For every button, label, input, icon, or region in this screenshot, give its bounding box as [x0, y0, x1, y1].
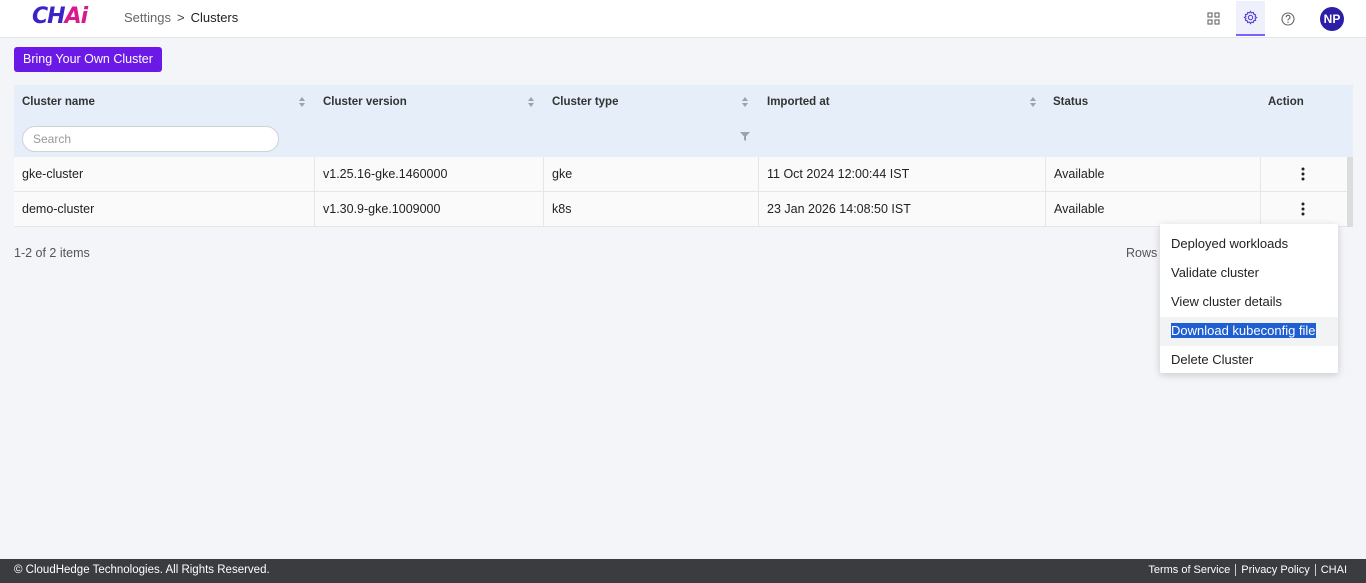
cell-cluster-version: v1.30.9-gke.1009000 — [315, 192, 544, 227]
table-row[interactable]: demo-cluster v1.30.9-gke.1009000 k8s 23 … — [14, 192, 1353, 227]
menu-item-validate-cluster[interactable]: Validate cluster — [1160, 259, 1338, 288]
table-row[interactable]: gke-cluster v1.25.16-gke.1460000 gke 11 … — [14, 157, 1353, 192]
chai-link[interactable]: CHAI — [1314, 564, 1352, 576]
menu-item-download-kubeconfig[interactable]: Download kubeconfig file — [1160, 317, 1338, 346]
breadcrumb-settings[interactable]: Settings — [124, 10, 171, 25]
pagination-info: 1-2 of 2 items — [14, 246, 90, 260]
copyright-text: © CloudHedge Technologies. All Rights Re… — [14, 564, 270, 576]
breadcrumb-clusters: Clusters — [190, 10, 239, 25]
cell-cluster-type: k8s — [544, 192, 759, 227]
column-header-cluster-type[interactable]: Cluster type — [552, 96, 618, 108]
bring-your-own-cluster-button[interactable]: Bring Your Own Cluster — [14, 47, 162, 72]
breadcrumb: Settings > Clusters — [124, 10, 238, 25]
filter-icon[interactable] — [740, 132, 750, 141]
sort-icon[interactable] — [1029, 96, 1037, 108]
column-header-cluster-version[interactable]: Cluster version — [323, 96, 407, 108]
chai-logo[interactable]: CHAi — [32, 4, 88, 29]
user-avatar[interactable]: NP — [1320, 6, 1344, 31]
column-header-action: Action — [1268, 96, 1304, 108]
sort-icon[interactable] — [741, 96, 749, 108]
help-button[interactable] — [1273, 1, 1302, 36]
cell-imported-at: 11 Oct 2024 12:00:44 IST — [759, 157, 1046, 192]
top-bar: CHAi Settings > Clusters NP — [0, 0, 1366, 38]
cell-cluster-name: gke-cluster — [14, 157, 315, 192]
settings-button[interactable] — [1236, 1, 1265, 36]
menu-item-view-cluster-details[interactable]: View cluster details — [1160, 288, 1338, 317]
search-input[interactable]: Search — [22, 126, 279, 152]
cell-imported-at: 23 Jan 2026 14:08:50 IST — [759, 192, 1046, 227]
more-vertical-icon[interactable] — [1301, 167, 1305, 181]
rows-per-page-label: Rows — [1126, 246, 1158, 260]
cell-cluster-type: gke — [544, 157, 759, 192]
column-header-cluster-name[interactable]: Cluster name — [22, 96, 95, 108]
cluster-action-menu: Deployed workloads Validate cluster View… — [1160, 224, 1338, 373]
grid-icon — [1207, 12, 1220, 25]
sort-icon[interactable] — [298, 96, 306, 108]
cell-cluster-version: v1.25.16-gke.1460000 — [315, 157, 544, 192]
menu-item-delete-cluster[interactable]: Delete Cluster — [1160, 346, 1338, 375]
menu-item-deployed-workloads[interactable]: Deployed workloads — [1160, 230, 1338, 259]
column-header-imported-at[interactable]: Imported at — [767, 96, 830, 108]
cell-status: Available — [1046, 192, 1261, 227]
terms-of-service-link[interactable]: Terms of Service — [1143, 564, 1235, 576]
table-scrollbar[interactable] — [1347, 157, 1353, 227]
sort-icon[interactable] — [527, 96, 535, 108]
table-header: Cluster name Cluster version Cluster typ… — [14, 85, 1353, 157]
column-header-status[interactable]: Status — [1053, 96, 1088, 108]
gear-icon — [1243, 10, 1258, 25]
privacy-policy-link[interactable]: Privacy Policy — [1235, 564, 1314, 576]
footer: © CloudHedge Technologies. All Rights Re… — [0, 559, 1366, 583]
cell-cluster-name: demo-cluster — [14, 192, 315, 227]
clusters-table: Cluster name Cluster version Cluster typ… — [14, 85, 1353, 227]
help-circle-icon — [1280, 11, 1295, 26]
apps-button[interactable] — [1199, 1, 1228, 36]
more-vertical-icon[interactable] — [1301, 202, 1305, 216]
breadcrumb-separator: > — [176, 10, 185, 25]
cell-status: Available — [1046, 157, 1261, 192]
